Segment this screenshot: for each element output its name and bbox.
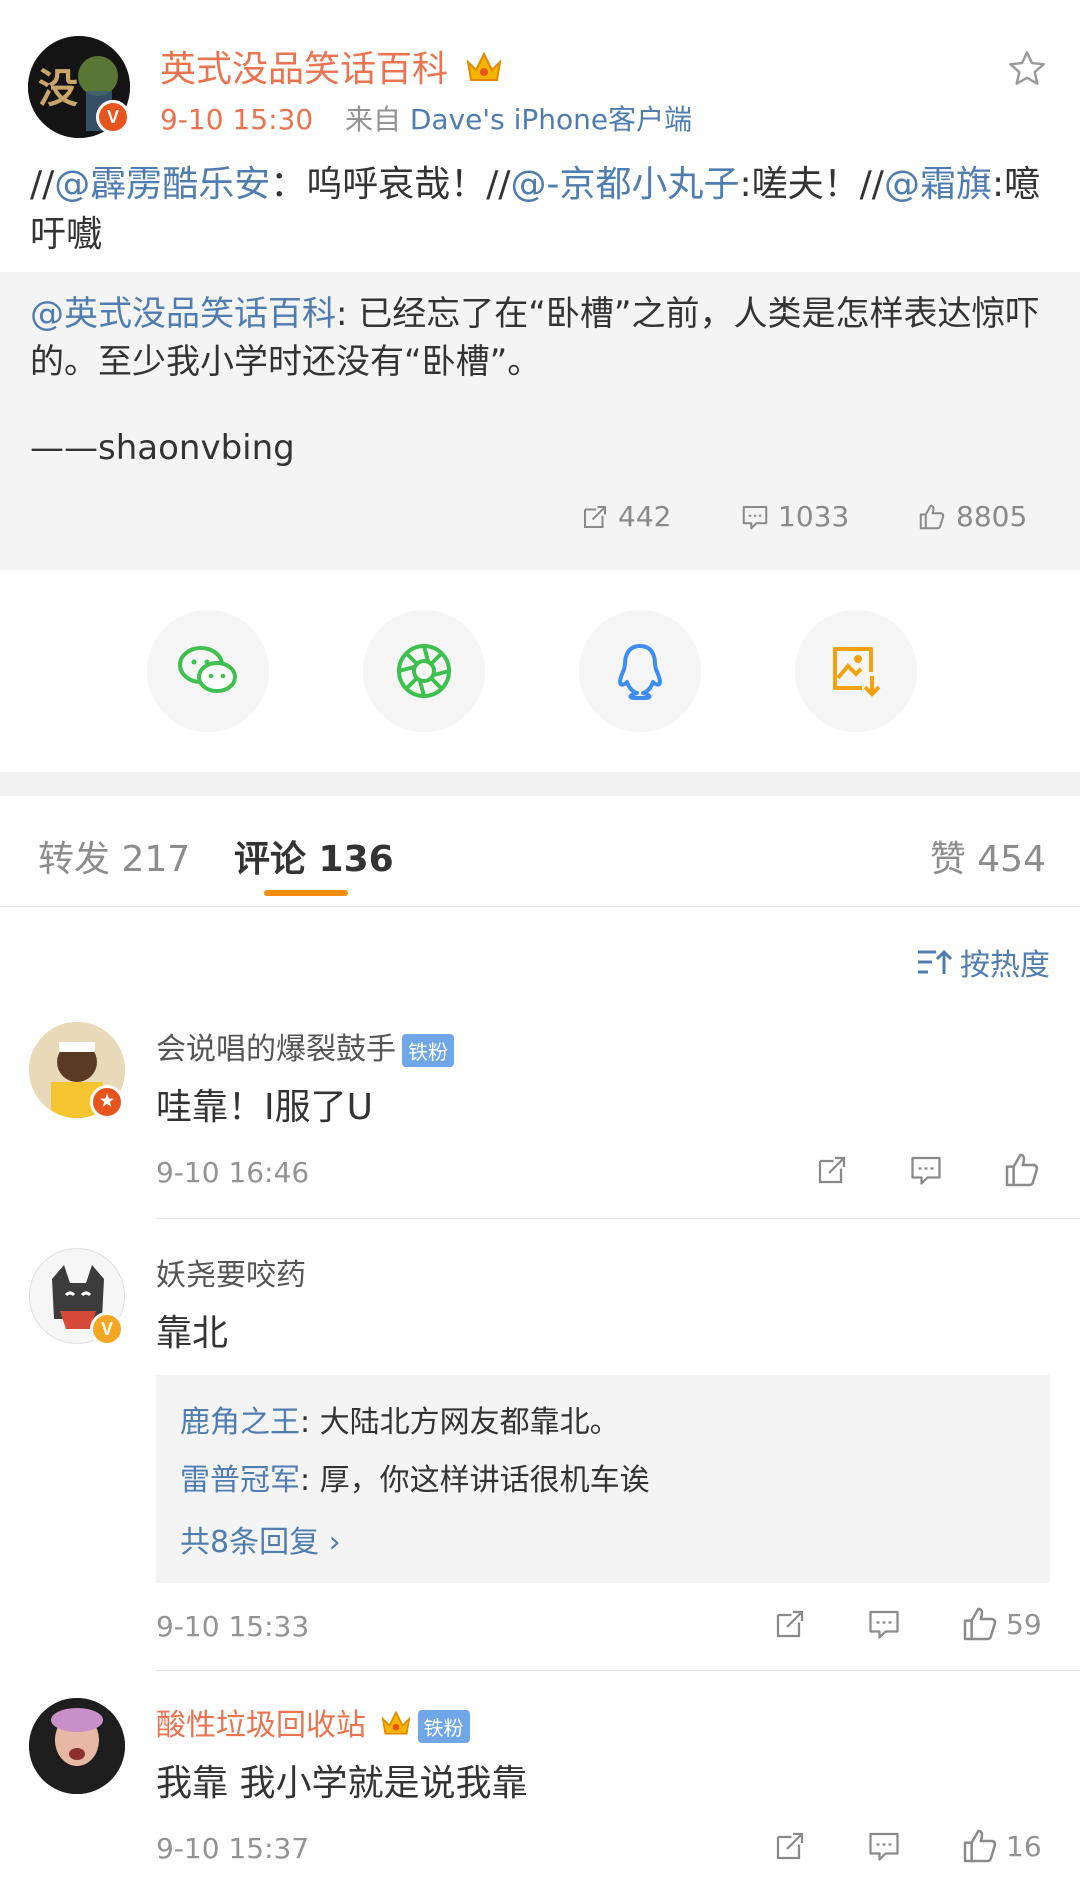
comment-reply-button[interactable]: [908, 1152, 944, 1188]
comment-time: 9-10 15:33: [156, 1610, 310, 1643]
reply-text: : 厚，你这样讲话很机车诶: [300, 1463, 650, 1498]
verified-badge-icon: V: [96, 100, 130, 134]
comment-repost-button[interactable]: [772, 1828, 808, 1864]
comment-divider: [156, 1218, 1080, 1219]
mention-link[interactable]: @霜旗: [884, 164, 992, 205]
original-post-box[interactable]: @英式没品笑话百科: 已经忘了在“卧槽”之前，人类是怎样表达惊吓的。至少我小学时…: [0, 272, 1080, 570]
tab-likes[interactable]: 赞 454: [930, 830, 1046, 882]
comment-time: 9-10 16:46: [156, 1156, 310, 1189]
original-author-link[interactable]: @英式没品笑话百科: [30, 294, 336, 334]
post-meta: 9-10 15:30 来自 Dave's iPhone客户端: [160, 98, 692, 138]
thumbs-up-icon: [963, 1829, 997, 1863]
comment-text: 我靠 我小学就是说我靠: [156, 1763, 528, 1804]
post-text-segment: :嗟夫！//: [739, 164, 884, 205]
tab-comments[interactable]: 评论 136: [234, 830, 394, 882]
fan-badge: 铁粉: [402, 1034, 454, 1067]
comment-author[interactable]: 会说唱的爆裂鼓手 铁粉: [156, 1024, 454, 1068]
original-post-signature: ——shaonvbing: [30, 428, 295, 468]
comment-author[interactable]: 妖尧要咬药: [156, 1250, 306, 1294]
comment-icon: [742, 505, 768, 529]
comment-like-button[interactable]: [1002, 1150, 1048, 1190]
post-time: 9-10 15:30: [160, 103, 314, 136]
sort-label: 按热度: [960, 948, 1050, 983]
reply-item[interactable]: 雷普冠军: 厚，你这样讲话很机车诶: [180, 1455, 650, 1499]
comment-count: 1033: [778, 500, 850, 533]
comment-like-button[interactable]: 16: [960, 1826, 1042, 1866]
tabs-divider: [0, 906, 1080, 907]
post-source-link[interactable]: Dave's iPhone客户端: [410, 103, 692, 136]
comment-icon: [911, 1156, 941, 1185]
repost-count-button[interactable]: 442: [580, 500, 671, 533]
mention-link[interactable]: @-京都小丸子: [511, 164, 740, 205]
repost-count: 442: [618, 500, 672, 533]
post-text: //@霹雳酷乐安：呜呼哀哉！//@-京都小丸子:嗟夫！//@霜旗:噫吁嚱: [30, 160, 1050, 260]
comment-count-button[interactable]: 1033: [740, 500, 849, 533]
mention-link[interactable]: @霹雳酷乐安: [54, 164, 270, 205]
comment-text: 靠北: [156, 1313, 229, 1354]
verified-badge-icon: V: [90, 1312, 124, 1346]
section-separator: [0, 772, 1080, 796]
share-qq-button[interactable]: [579, 610, 701, 732]
save-image-button[interactable]: [795, 610, 917, 732]
reply-item[interactable]: 鹿角之王: 大陆北方网友都靠北。: [180, 1397, 620, 1441]
comment-text: 哇靠！I服了U: [156, 1087, 373, 1128]
crown-icon: [465, 50, 503, 93]
comment-like-button[interactable]: 59: [960, 1604, 1042, 1644]
comment-repost-button[interactable]: [814, 1152, 850, 1188]
reply-author-link[interactable]: 鹿角之王: [180, 1405, 300, 1440]
comment-icon: [869, 1832, 899, 1861]
thumbs-up-icon: [1005, 1153, 1039, 1187]
crown-icon: [380, 1709, 412, 1745]
comment-like-count: 16: [1006, 1829, 1042, 1863]
tab-reposts[interactable]: 转发 217: [38, 830, 190, 882]
reply-text: : 大陆北方网友都靠北。: [300, 1405, 620, 1440]
original-post-text: @英式没品笑话百科: 已经忘了在“卧槽”之前，人类是怎样表达惊吓的。至少我小学时…: [30, 290, 1050, 386]
thumbs-up-icon: [919, 504, 945, 529]
repost-icon: [776, 1832, 804, 1860]
author-name-text: 英式没品笑话百科: [160, 49, 449, 90]
moments-icon: [397, 644, 451, 698]
qq-icon: [618, 644, 662, 700]
comment-author-name: 会说唱的爆裂鼓手: [156, 1032, 396, 1067]
source-prefix: 来自: [344, 103, 401, 136]
comment-author-name: 酸性垃圾回收站: [156, 1708, 366, 1743]
sort-icon: [918, 949, 953, 974]
comment-author[interactable]: 酸性垃圾回收站 铁粉: [156, 1700, 470, 1745]
sort-by-hot-button[interactable]: 按热度: [916, 940, 1050, 984]
favorite-star-icon[interactable]: [1006, 48, 1048, 94]
comment-reply-button[interactable]: [866, 1606, 902, 1642]
comment-author-name: 妖尧要咬药: [156, 1258, 306, 1293]
repost-icon: [818, 1156, 846, 1184]
view-all-replies-link[interactable]: 共8条回复 ›: [180, 1517, 341, 1561]
replies-box[interactable]: 鹿角之王: 大陆北方网友都靠北。 雷普冠军: 厚，你这样讲话很机车诶 共8条回复…: [156, 1375, 1050, 1583]
like-count: 8805: [956, 500, 1028, 533]
fan-badge: 铁粉: [417, 1710, 470, 1743]
svg-text:没: 没: [38, 66, 78, 112]
post-text-segment: //: [30, 164, 55, 205]
comment-repost-button[interactable]: [772, 1606, 808, 1642]
reply-author-link[interactable]: 雷普冠军: [180, 1463, 300, 1498]
commenter-avatar[interactable]: [29, 1698, 125, 1794]
share-wechat-button[interactable]: [147, 610, 269, 732]
share-moments-button[interactable]: [363, 610, 485, 732]
comment-divider: [156, 1670, 1080, 1671]
comment-reply-button[interactable]: [866, 1828, 902, 1864]
save-image-icon: [833, 647, 881, 697]
wechat-icon: [178, 646, 237, 693]
avatar-image: [29, 1698, 125, 1794]
comment-time: 9-10 15:37: [156, 1832, 310, 1865]
post-text-segment: ：呜呼哀哉！//: [270, 164, 511, 205]
active-tab-indicator: [264, 890, 348, 896]
comment-like-count: 59: [1006, 1607, 1042, 1641]
comment-icon: [869, 1610, 899, 1639]
repost-icon: [776, 1610, 804, 1638]
like-count-button[interactable]: 8805: [916, 500, 1027, 533]
thumbs-up-icon: [963, 1607, 997, 1641]
repost-icon: [584, 505, 606, 528]
post-author-name[interactable]: 英式没品笑话百科: [160, 40, 503, 93]
verified-badge-icon: ★: [90, 1085, 124, 1119]
